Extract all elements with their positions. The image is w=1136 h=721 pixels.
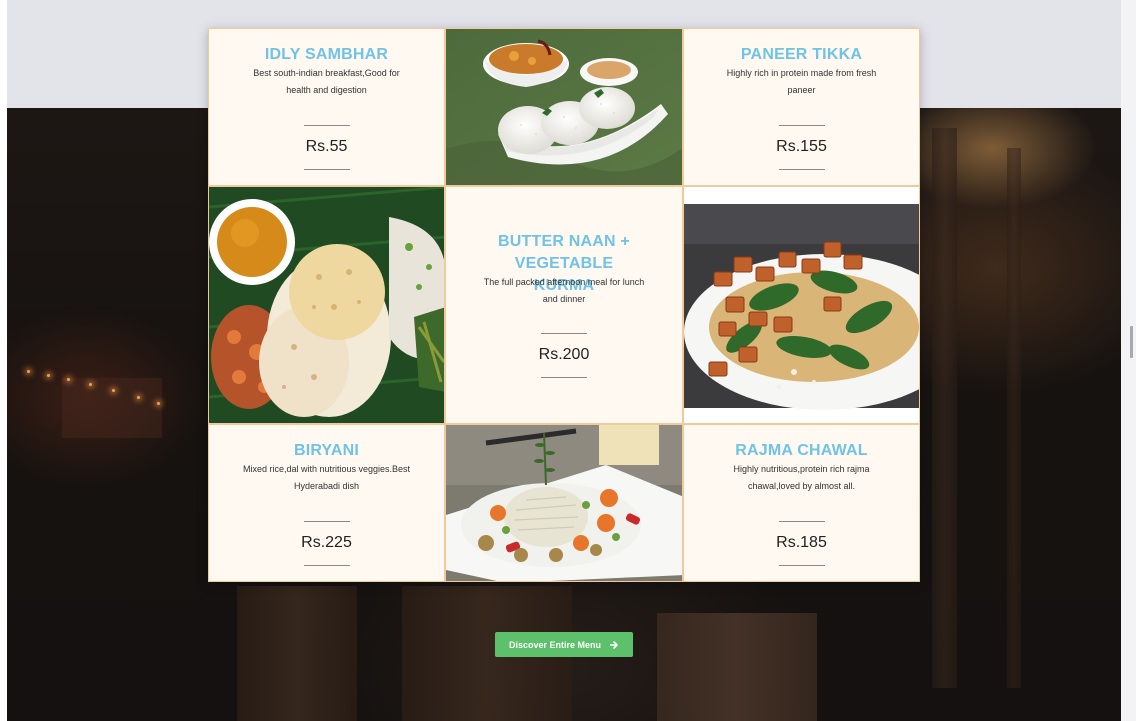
divider bbox=[303, 169, 350, 170]
divider bbox=[778, 521, 825, 522]
menu-card-biryani: BIRYANI Mixed rice,dal with nutritious v… bbox=[208, 424, 445, 582]
rice-vegetables-photo bbox=[445, 424, 683, 582]
naan-papad-curry-photo bbox=[208, 186, 445, 424]
dish-price: Rs.155 bbox=[776, 138, 827, 155]
dish-description: Mixed rice,dal with nutritious veggies.B… bbox=[242, 464, 411, 491]
divider bbox=[778, 169, 825, 170]
dish-price: Rs.225 bbox=[301, 534, 352, 551]
discover-menu-button[interactable]: Discover Entire Menu bbox=[495, 632, 633, 657]
divider bbox=[541, 333, 587, 334]
dish-description: Highly rich in protein made from fresh p… bbox=[726, 68, 877, 95]
divider bbox=[303, 125, 350, 126]
menu-card-butter-naan: BUTTER NAAN + VEGETABLE KURMA The full p… bbox=[445, 186, 683, 424]
dish-price: Rs.55 bbox=[305, 138, 348, 155]
menu-grid: IDLY SAMBHAR Best south-indian breakfast… bbox=[208, 28, 920, 582]
dish-title: RAJMA CHAWAL bbox=[735, 442, 868, 459]
scrollbar-track[interactable] bbox=[1121, 0, 1136, 721]
discover-menu-label: Discover Entire Menu bbox=[508, 639, 602, 650]
dish-title: IDLY SAMBHAR bbox=[264, 46, 389, 63]
divider bbox=[303, 521, 350, 522]
dish-price: Rs.200 bbox=[538, 346, 590, 363]
dish-title: BIRYANI bbox=[293, 442, 360, 459]
dish-title: PANEER TIKKA bbox=[740, 46, 863, 63]
menu-card-idly-sambhar: IDLY SAMBHAR Best south-indian breakfast… bbox=[208, 28, 445, 186]
idli-sambar-photo bbox=[445, 28, 683, 186]
paneer-salad-photo bbox=[683, 186, 920, 424]
scrollbar-thumb[interactable] bbox=[1130, 326, 1133, 358]
arrow-right-icon bbox=[610, 640, 618, 649]
dish-price: Rs.185 bbox=[776, 534, 827, 551]
page-left-edge bbox=[0, 0, 7, 721]
divider bbox=[541, 377, 587, 378]
divider bbox=[303, 565, 350, 566]
menu-card-paneer-tikka: PANEER TIKKA Highly rich in protein made… bbox=[683, 28, 920, 186]
dish-description: Best south-indian breakfast,Good for hea… bbox=[253, 68, 400, 95]
menu-card-rajma-chawal: RAJMA CHAWAL Highly nutritious,protein r… bbox=[683, 424, 920, 582]
dish-description: The full packed afternoon meal for lunch… bbox=[483, 277, 645, 304]
divider bbox=[778, 565, 825, 566]
dish-description: Highly nutritious,protein rich rajma cha… bbox=[733, 464, 870, 491]
divider bbox=[778, 125, 825, 126]
